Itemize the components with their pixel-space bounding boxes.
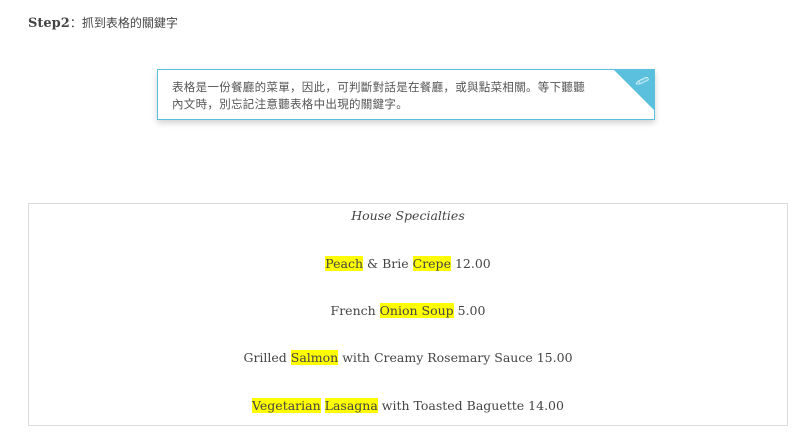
menu-item: French Onion Soup 5.00 — [29, 303, 787, 318]
highlighted-keyword: Peach — [325, 256, 364, 271]
highlighted-keyword: Salmon — [290, 350, 339, 365]
menu-item-text: 12.00 — [450, 256, 491, 271]
step-separator: ： — [69, 16, 82, 30]
highlighted-keyword: Crepe — [412, 256, 451, 271]
highlighted-keyword: Vegetarian — [252, 398, 321, 413]
menu-item-text: 5.00 — [453, 303, 486, 318]
menu-item-text: French — [330, 303, 380, 318]
highlighted-keyword: Onion Soup — [379, 303, 454, 318]
menu-item: Vegetarian Lasagna with Toasted Baguette… — [29, 398, 787, 413]
menu-item: Peach & Brie Crepe 12.00 — [29, 256, 787, 271]
note-text: 表格是一份餐廳的菜單，因此，可判斷對話是在餐廳，或與點菜相關。等下聽聽內文時，別… — [172, 80, 585, 111]
menu-item: Grilled Salmon with Creamy Rosemary Sauc… — [29, 350, 787, 365]
menu-title: House Specialties — [351, 208, 465, 223]
menu-item-text: Grilled — [243, 350, 291, 365]
highlighted-keyword: Lasagna — [324, 398, 378, 413]
menu-item-text: & Brie — [363, 256, 413, 271]
step-heading: Step2：抓到表格的關鍵字 — [28, 14, 178, 31]
note-box: 表格是一份餐廳的菜單，因此，可判斷對話是在餐廳，或與點菜相關。等下聽聽內文時，別… — [157, 69, 655, 120]
menu-item-text: with Creamy Rosemary Sauce 15.00 — [338, 350, 573, 365]
menu-item-text: with Toasted Baguette 14.00 — [377, 398, 564, 413]
step-text: 抓到表格的關鍵字 — [81, 16, 178, 30]
step-label: Step2 — [28, 16, 70, 31]
menu-table: House Specialties Peach & Brie Crepe 12.… — [28, 203, 788, 426]
